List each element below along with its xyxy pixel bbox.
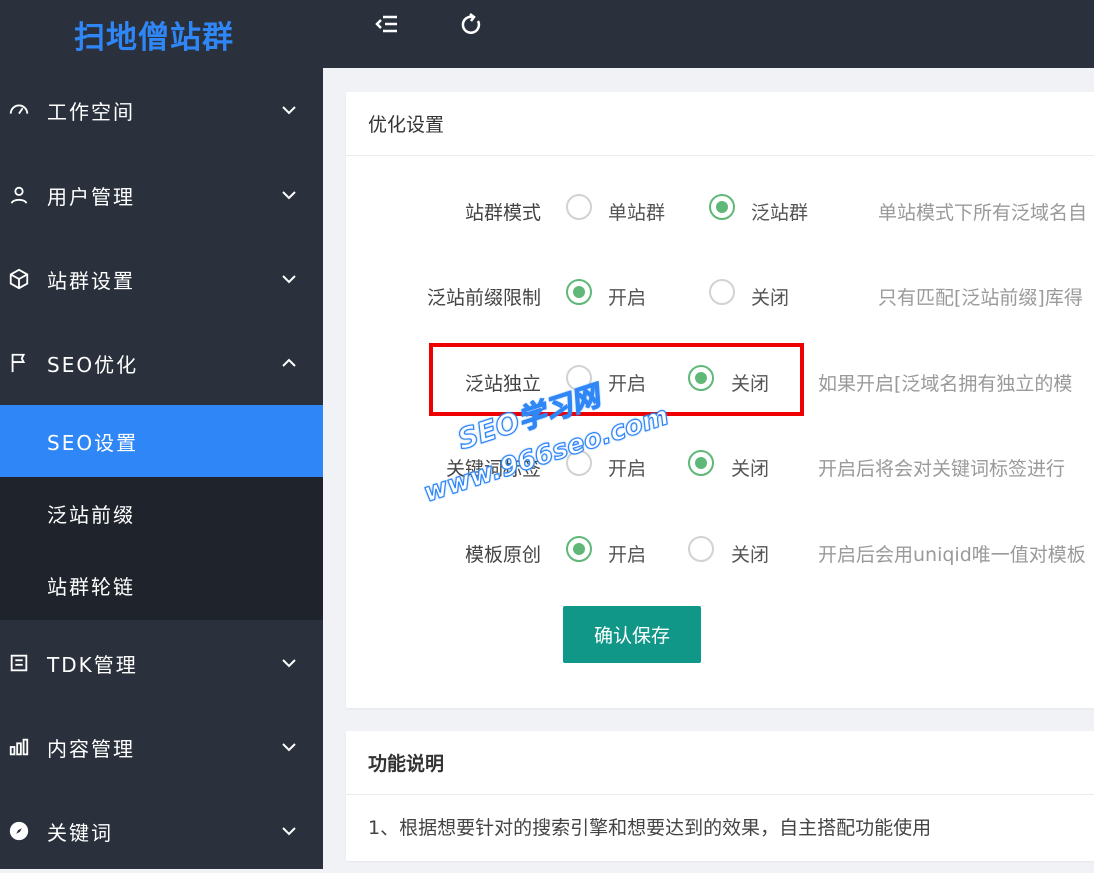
document-icon: [10, 654, 28, 672]
radio-on[interactable]: [566, 536, 592, 562]
user-icon: [10, 186, 28, 204]
sidebar-item-label: 内容管理: [47, 736, 135, 761]
radio-off[interactable]: [709, 279, 735, 305]
radio-off[interactable]: [688, 536, 714, 562]
setting-row-prefix-limit: 泛站前缀限制 开启 关闭 只有匹配[泛站前缀]库得: [346, 275, 1094, 315]
setting-description: 开启后将会对关键词标签进行: [818, 458, 1066, 480]
sidebar-item-label: 关键词: [47, 820, 113, 845]
topbar: [323, 0, 1094, 68]
menu-collapse-icon[interactable]: [373, 11, 401, 39]
radio-label[interactable]: 关闭: [751, 283, 789, 310]
sidebar-item-label: 工作空间: [47, 99, 135, 124]
sidebar-subitem-label: SEO设置: [47, 430, 139, 455]
setting-label: 泛站前缀限制: [426, 287, 541, 309]
radio-pan-site[interactable]: [709, 194, 735, 220]
radio-off[interactable]: [688, 450, 714, 476]
sidebar-item-keywords[interactable]: 关键词: [0, 789, 323, 873]
setting-row-template-original: 模板原创 开启 关闭 开启后会用uniqid唯一值对模板: [346, 532, 1094, 572]
chevron-down-icon: [282, 106, 296, 115]
panel-title: 优化设置: [346, 92, 1094, 156]
radio-label[interactable]: 关闭: [731, 454, 769, 481]
sidebar-item-label: 用户管理: [47, 184, 135, 209]
chevron-down-icon: [282, 275, 296, 284]
chevron-down-icon: [282, 743, 296, 752]
sidebar-item-workspace[interactable]: 工作空间: [0, 68, 323, 152]
info-text: 1、根据想要针对的搜索引擎和想要达到的效果，自主搭配功能使用: [368, 817, 932, 839]
setting-description: 只有匹配[泛站前缀]库得: [878, 287, 1083, 309]
radio-label[interactable]: 泛站群: [751, 198, 808, 225]
logo[interactable]: 扫地僧站群: [0, 0, 323, 68]
sidebar-item-content[interactable]: 内容管理: [0, 705, 323, 789]
setting-label: 模板原创: [464, 544, 541, 566]
setting-row-site-mode: 站群模式 单站群 泛站群 单站模式下所有泛域名自: [346, 190, 1094, 230]
sidebar-item-seo[interactable]: SEO优化: [0, 321, 323, 405]
sidebar-subitem-label: 泛站前缀: [47, 502, 135, 527]
radio-label[interactable]: 开启: [608, 454, 646, 481]
setting-description: 单站模式下所有泛域名自: [878, 202, 1088, 224]
dashboard-icon: [9, 104, 29, 115]
sidebar-subitem-label: 站群轮链: [47, 574, 135, 599]
radio-label[interactable]: 单站群: [608, 198, 665, 225]
setting-label: 站群模式: [464, 202, 541, 224]
refresh-icon[interactable]: [457, 11, 485, 39]
highlight-box: [429, 343, 804, 416]
flag-icon: [11, 353, 26, 373]
cube-icon: [9, 268, 29, 290]
radio-label[interactable]: 开启: [608, 540, 646, 567]
sidebar-item-label: 站群设置: [47, 268, 135, 293]
setting-description: 如果开启[泛域名拥有独立的模: [818, 373, 1073, 395]
chevron-up-icon: [282, 358, 296, 367]
info-title: 功能说明: [346, 731, 1094, 795]
radio-label[interactable]: 开启: [608, 283, 646, 310]
save-button[interactable]: 确认保存: [563, 606, 701, 663]
radio-label[interactable]: 关闭: [731, 540, 769, 567]
sidebar: 扫地僧站群 工作空间 用户管理 站群设置 SEO优化 SEO设置 泛站前缀 站群…: [0, 0, 323, 869]
seo-submenu: SEO设置 泛站前缀 站群轮链: [0, 405, 323, 620]
chevron-down-icon: [282, 659, 296, 668]
sidebar-item-label: SEO优化: [47, 352, 139, 377]
sidebar-item-site-settings[interactable]: 站群设置: [0, 237, 323, 321]
sidebar-item-users[interactable]: 用户管理: [0, 153, 323, 237]
chart-icon: [9, 738, 29, 756]
sidebar-item-tdk[interactable]: TDK管理: [0, 621, 323, 705]
chevron-down-icon: [282, 827, 296, 836]
sidebar-subitem-links[interactable]: 站群轮链: [0, 549, 323, 621]
chevron-down-icon: [282, 191, 296, 200]
radio-on[interactable]: [566, 279, 592, 305]
info-panel: 功能说明 1、根据想要针对的搜索引擎和想要达到的效果，自主搭配功能使用: [346, 731, 1094, 861]
sidebar-subitem-prefix[interactable]: 泛站前缀: [0, 477, 323, 549]
radio-single-site[interactable]: [566, 194, 592, 220]
sidebar-subitem-seo-settings[interactable]: SEO设置: [0, 405, 323, 477]
compass-icon: [9, 821, 29, 841]
setting-description: 开启后会用uniqid唯一值对模板: [818, 544, 1086, 566]
sidebar-item-label: TDK管理: [47, 652, 138, 677]
